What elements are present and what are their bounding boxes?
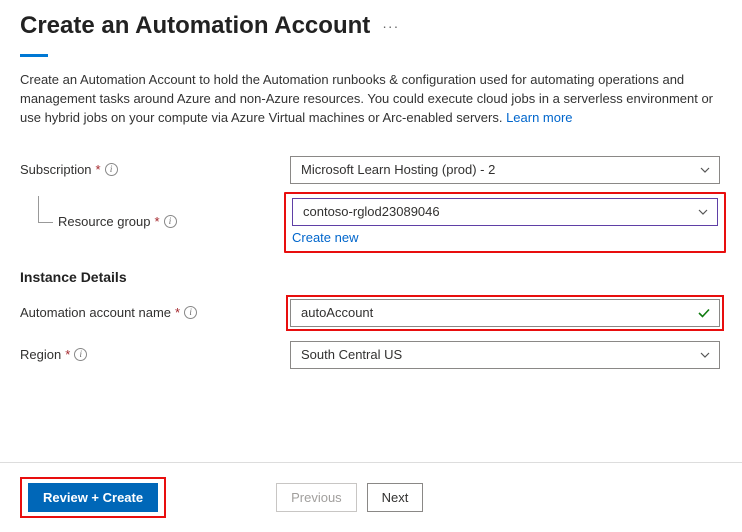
create-new-resource-group-link[interactable]: Create new (292, 230, 358, 245)
footer-bar: Review + Create Previous Next (0, 462, 742, 532)
description-text: Create an Automation Account to hold the… (20, 72, 713, 125)
instance-details-heading: Instance Details (20, 269, 722, 285)
account-name-label: Automation account name (20, 305, 171, 320)
active-tab-indicator (20, 54, 48, 57)
page-description: Create an Automation Account to hold the… (20, 71, 720, 128)
resource-group-value: contoso-rglod23089046 (303, 204, 440, 219)
region-label: Region (20, 347, 61, 362)
learn-more-link[interactable]: Learn more (506, 110, 572, 125)
subscription-dropdown[interactable]: Microsoft Learn Hosting (prod) - 2 (290, 156, 720, 184)
info-icon[interactable]: i (105, 163, 118, 176)
info-icon[interactable]: i (184, 306, 197, 319)
check-icon (697, 306, 711, 320)
review-create-button[interactable]: Review + Create (28, 483, 158, 512)
tab-strip (20, 54, 722, 57)
chevron-down-icon (697, 206, 709, 218)
resource-group-label: Resource group (58, 214, 151, 229)
required-asterisk: * (175, 305, 180, 320)
more-actions-icon[interactable]: ··· (382, 18, 399, 34)
info-icon[interactable]: i (74, 348, 87, 361)
subscription-value: Microsoft Learn Hosting (prod) - 2 (301, 162, 495, 177)
required-asterisk: * (96, 162, 101, 177)
account-name-input[interactable]: autoAccount (290, 299, 720, 327)
region-dropdown[interactable]: South Central US (290, 341, 720, 369)
chevron-down-icon (699, 164, 711, 176)
required-asterisk: * (65, 347, 70, 362)
region-value: South Central US (301, 347, 402, 362)
subscription-label: Subscription (20, 162, 92, 177)
previous-button: Previous (276, 483, 357, 512)
info-icon[interactable]: i (164, 215, 177, 228)
chevron-down-icon (699, 349, 711, 361)
page-title: Create an Automation Account (20, 12, 370, 40)
resource-group-highlight: contoso-rglod23089046 Create new (284, 192, 726, 253)
required-asterisk: * (155, 214, 160, 229)
next-button[interactable]: Next (367, 483, 424, 512)
resource-group-dropdown[interactable]: contoso-rglod23089046 (292, 198, 718, 226)
review-create-highlight: Review + Create (20, 477, 166, 518)
account-name-value: autoAccount (301, 305, 373, 320)
